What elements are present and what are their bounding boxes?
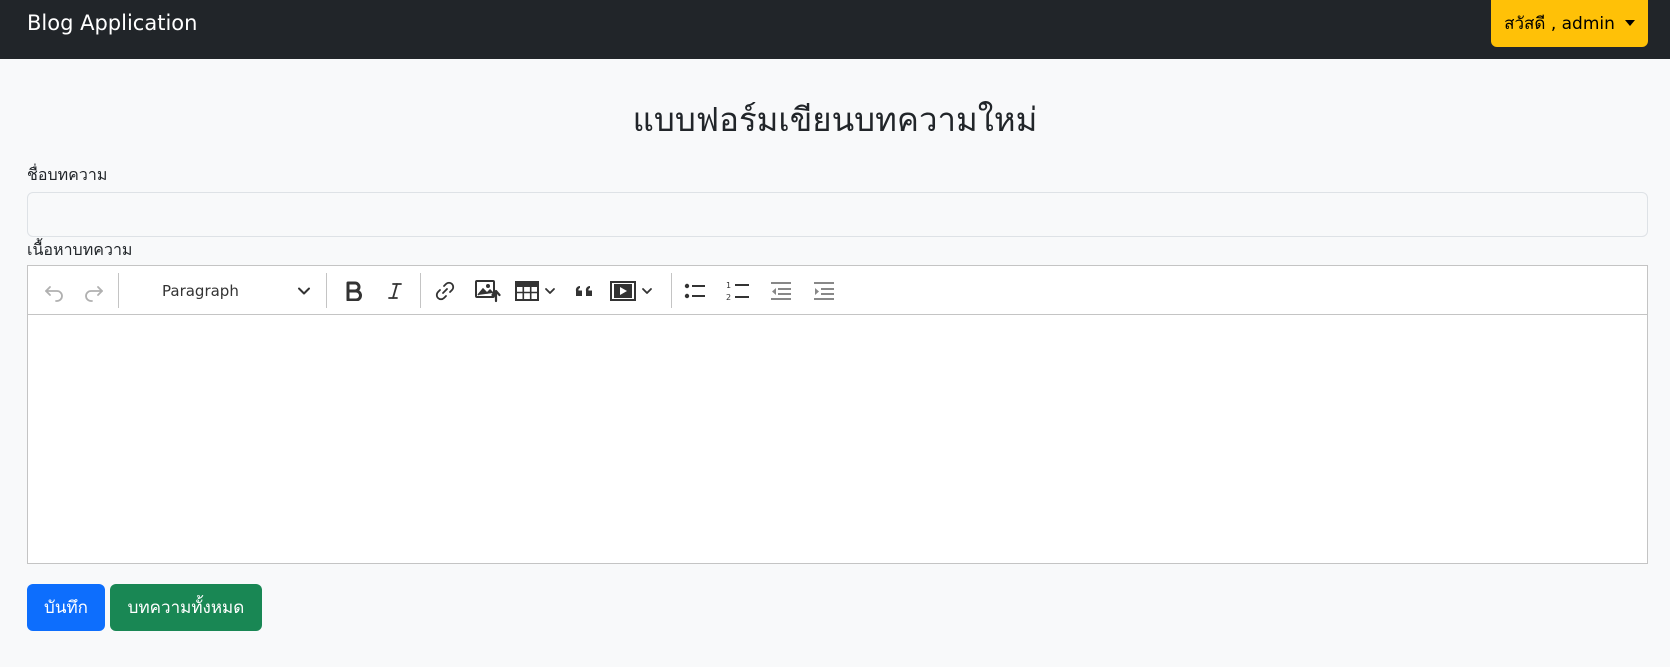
content-label: เนื้อหาบทความ [27, 240, 133, 259]
chevron-down-icon [298, 287, 310, 294]
redo-icon[interactable] [76, 266, 112, 315]
outdent-icon[interactable] [761, 266, 801, 315]
user-menu-button[interactable]: สวัสดี , admin [1491, 0, 1648, 47]
title-label: ชื่อบทความ [27, 165, 108, 184]
indent-icon[interactable] [804, 266, 844, 315]
editor-toolbar: Paragraph 1 2 [28, 266, 1647, 315]
image-upload-icon[interactable] [468, 266, 508, 315]
bold-icon[interactable] [335, 266, 373, 315]
toolbar-separator [118, 273, 119, 308]
svg-text:2: 2 [726, 293, 731, 302]
media-embed-icon[interactable] [608, 266, 660, 315]
navbar: Blog Application สวัสดี , admin [0, 0, 1670, 59]
rich-text-editor: Paragraph 1 2 [27, 265, 1648, 564]
toolbar-separator [671, 273, 672, 308]
toolbar-separator [326, 273, 327, 308]
block-format-dropdown[interactable]: Paragraph [135, 266, 321, 315]
svg-text:1: 1 [726, 281, 731, 290]
page-title: แบบฟอร์มเขียนบทความใหม่ [632, 100, 1038, 139]
block-format-value: Paragraph [162, 281, 239, 300]
table-icon[interactable] [512, 266, 562, 315]
all-posts-button[interactable]: บทความทั้งหมด [110, 584, 262, 631]
title-input[interactable] [27, 192, 1648, 237]
link-icon[interactable] [426, 266, 464, 315]
bulleted-list-icon[interactable] [676, 266, 714, 315]
user-menu-label: สวัสดี , admin [1504, 14, 1615, 34]
numbered-list-icon[interactable]: 1 2 [718, 266, 758, 315]
italic-icon[interactable] [376, 266, 414, 315]
blockquote-icon[interactable] [566, 266, 604, 315]
save-button[interactable]: บันทึก [27, 584, 105, 631]
editor-content-area[interactable] [28, 315, 1647, 563]
undo-icon[interactable] [36, 266, 72, 315]
navbar-brand[interactable]: Blog Application [27, 10, 197, 37]
caret-down-icon [1624, 19, 1635, 26]
toolbar-separator [420, 273, 421, 308]
